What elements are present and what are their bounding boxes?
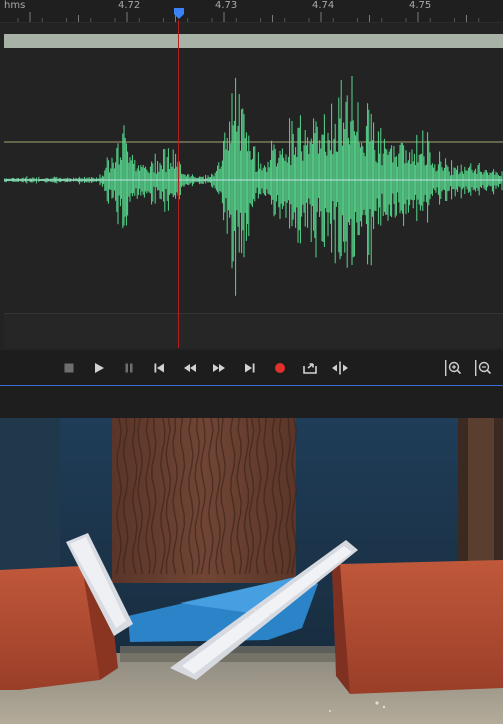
skip-selection-icon — [332, 361, 348, 375]
app-window: hms 4.72 4.73 4.74 4.75 — [0, 0, 503, 724]
zoom-in-icon — [445, 360, 462, 376]
stop-button[interactable] — [59, 358, 79, 378]
empty-track-lane[interactable] — [4, 313, 503, 348]
ruler-tick-label: 4.75 — [409, 0, 432, 11]
playhead-line[interactable] — [178, 20, 179, 348]
panel-divider — [0, 386, 503, 418]
rewind-icon — [184, 364, 196, 372]
rewind-button[interactable] — [180, 358, 200, 378]
video-frame-image — [0, 418, 503, 724]
pause-icon — [125, 363, 133, 373]
zoom-out-icon — [475, 360, 492, 376]
go-to-start-button[interactable] — [149, 358, 169, 378]
skip-end-icon — [245, 363, 255, 373]
time-ruler[interactable]: hms 4.72 4.73 4.74 4.75 — [0, 0, 503, 23]
waveform-track[interactable] — [4, 52, 503, 310]
ruler-tick-label: 4.73 — [215, 0, 238, 11]
zoom-out-amplitude-button[interactable] — [473, 358, 493, 378]
record-button[interactable] — [270, 358, 290, 378]
play-button[interactable] — [89, 358, 109, 378]
ruler-tick-label: 4.74 — [312, 0, 335, 11]
playhead-handle[interactable] — [173, 8, 185, 20]
waveform — [4, 76, 503, 296]
loop-icon — [303, 363, 317, 374]
ruler-tick-label: 4.72 — [118, 0, 141, 11]
zoom-in-amplitude-button[interactable] — [443, 358, 463, 378]
transport-bar — [0, 350, 503, 386]
ruler-unit-label: hms — [4, 0, 26, 11]
skip-selection-button[interactable] — [330, 358, 350, 378]
play-icon — [95, 363, 104, 373]
record-icon — [275, 363, 285, 373]
skip-start-icon — [154, 363, 164, 373]
pause-button[interactable] — [119, 358, 139, 378]
stop-icon — [64, 363, 74, 373]
fast-forward-icon — [213, 364, 225, 372]
waveform-bars — [4, 76, 503, 296]
video-preview — [0, 418, 503, 724]
fast-forward-button[interactable] — [209, 358, 229, 378]
loop-playback-button[interactable] — [300, 358, 320, 378]
go-to-end-button[interactable] — [240, 358, 260, 378]
clip-overview-bar[interactable] — [4, 34, 503, 48]
audio-editor: hms 4.72 4.73 4.74 4.75 — [0, 0, 503, 388]
